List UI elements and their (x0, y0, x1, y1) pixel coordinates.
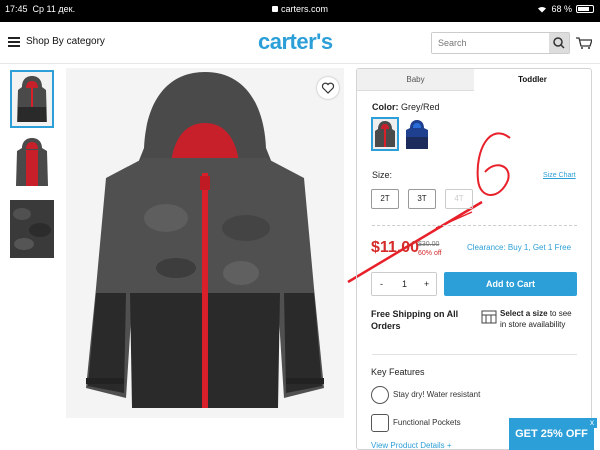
color-label: Color: Grey/Red (372, 102, 440, 112)
size-4t-button[interactable]: 4T (445, 189, 473, 209)
size-label: Size: (372, 170, 393, 180)
blue-jacket-swatch-icon (403, 117, 431, 151)
pocket-icon (371, 414, 389, 432)
main-product-image[interactable] (66, 68, 344, 418)
swatch-blue[interactable] (403, 117, 431, 151)
search-input[interactable] (432, 33, 550, 53)
size-3t-button[interactable]: 3T (408, 189, 436, 209)
add-to-cart-button[interactable]: Add to Cart (444, 272, 577, 296)
search-button[interactable] (549, 33, 569, 53)
battery-icon (576, 5, 594, 13)
store-availability-text[interactable]: Select a size to see in store availabili… (500, 308, 580, 330)
jacket-image (66, 68, 344, 418)
shopping-cart-icon[interactable] (576, 37, 592, 49)
size-range-tabs: Baby Toddler (357, 69, 591, 91)
feature-pockets: Functional Pockets (393, 418, 461, 427)
sale-price: $11.00 (371, 239, 420, 256)
qty-value[interactable]: 1 (402, 279, 407, 289)
jacket-front-thumbnail (12, 72, 52, 126)
divider (372, 354, 577, 355)
feature-water-resistant: Stay dry! Water resistant (393, 390, 481, 399)
water-drop-icon (371, 386, 389, 404)
clearance-promo-link[interactable]: Clearance: Buy 1, Get 1 Free (467, 243, 571, 252)
hamburger-menu-icon[interactable] (8, 37, 20, 47)
thumbnail-2[interactable] (10, 134, 54, 192)
qty-plus-button[interactable]: + (424, 279, 429, 289)
free-shipping-text: Free Shipping on All Orders (371, 309, 459, 331)
size-chart-link[interactable]: Size Chart (543, 172, 576, 179)
close-banner-button[interactable]: x (587, 418, 597, 428)
thumbnail-3[interactable] (10, 200, 54, 258)
status-right: 68 % (537, 4, 594, 14)
product-panel: Baby Toddler Color: Grey/Red Size: Size … (356, 68, 592, 450)
discount-badge: 60% off (418, 250, 442, 257)
grey-jacket-swatch-icon (373, 119, 397, 149)
status-bar: 17:45 Ср 11 дек. carters.com 68 % (0, 0, 600, 22)
fabric-closeup-thumbnail (10, 200, 54, 258)
battery-text: 68 % (551, 4, 572, 14)
tab-toddler[interactable]: Toddler (474, 69, 591, 91)
size-2t-button[interactable]: 2T (371, 189, 399, 209)
heart-icon (321, 82, 335, 94)
lock-icon (271, 6, 278, 12)
view-product-details-link[interactable]: View Product Details + (371, 441, 452, 449)
store-icon (481, 310, 497, 324)
original-price: $30.00 (418, 241, 440, 248)
swatch-grey-red[interactable] (371, 117, 399, 151)
tab-baby[interactable]: Baby (357, 69, 474, 91)
favorite-button[interactable] (317, 77, 339, 99)
get-discount-banner[interactable]: GET 25% OFF (509, 418, 594, 450)
qty-minus-button[interactable]: - (380, 279, 383, 289)
wifi-icon (538, 6, 547, 13)
search-icon (553, 37, 565, 49)
quantity-stepper: - 1 + (371, 272, 437, 296)
carters-logo[interactable]: carter's (258, 29, 333, 55)
shop-by-category-link[interactable]: Shop By category (26, 36, 105, 47)
key-features-heading: Key Features (371, 367, 425, 377)
jacket-open-thumbnail (10, 134, 54, 192)
site-header: Shop By category carter's (0, 22, 600, 64)
thumbnail-1[interactable] (10, 70, 54, 128)
address-bar[interactable]: carters.com (0, 4, 600, 14)
divider (372, 225, 577, 226)
search-box (431, 32, 570, 54)
